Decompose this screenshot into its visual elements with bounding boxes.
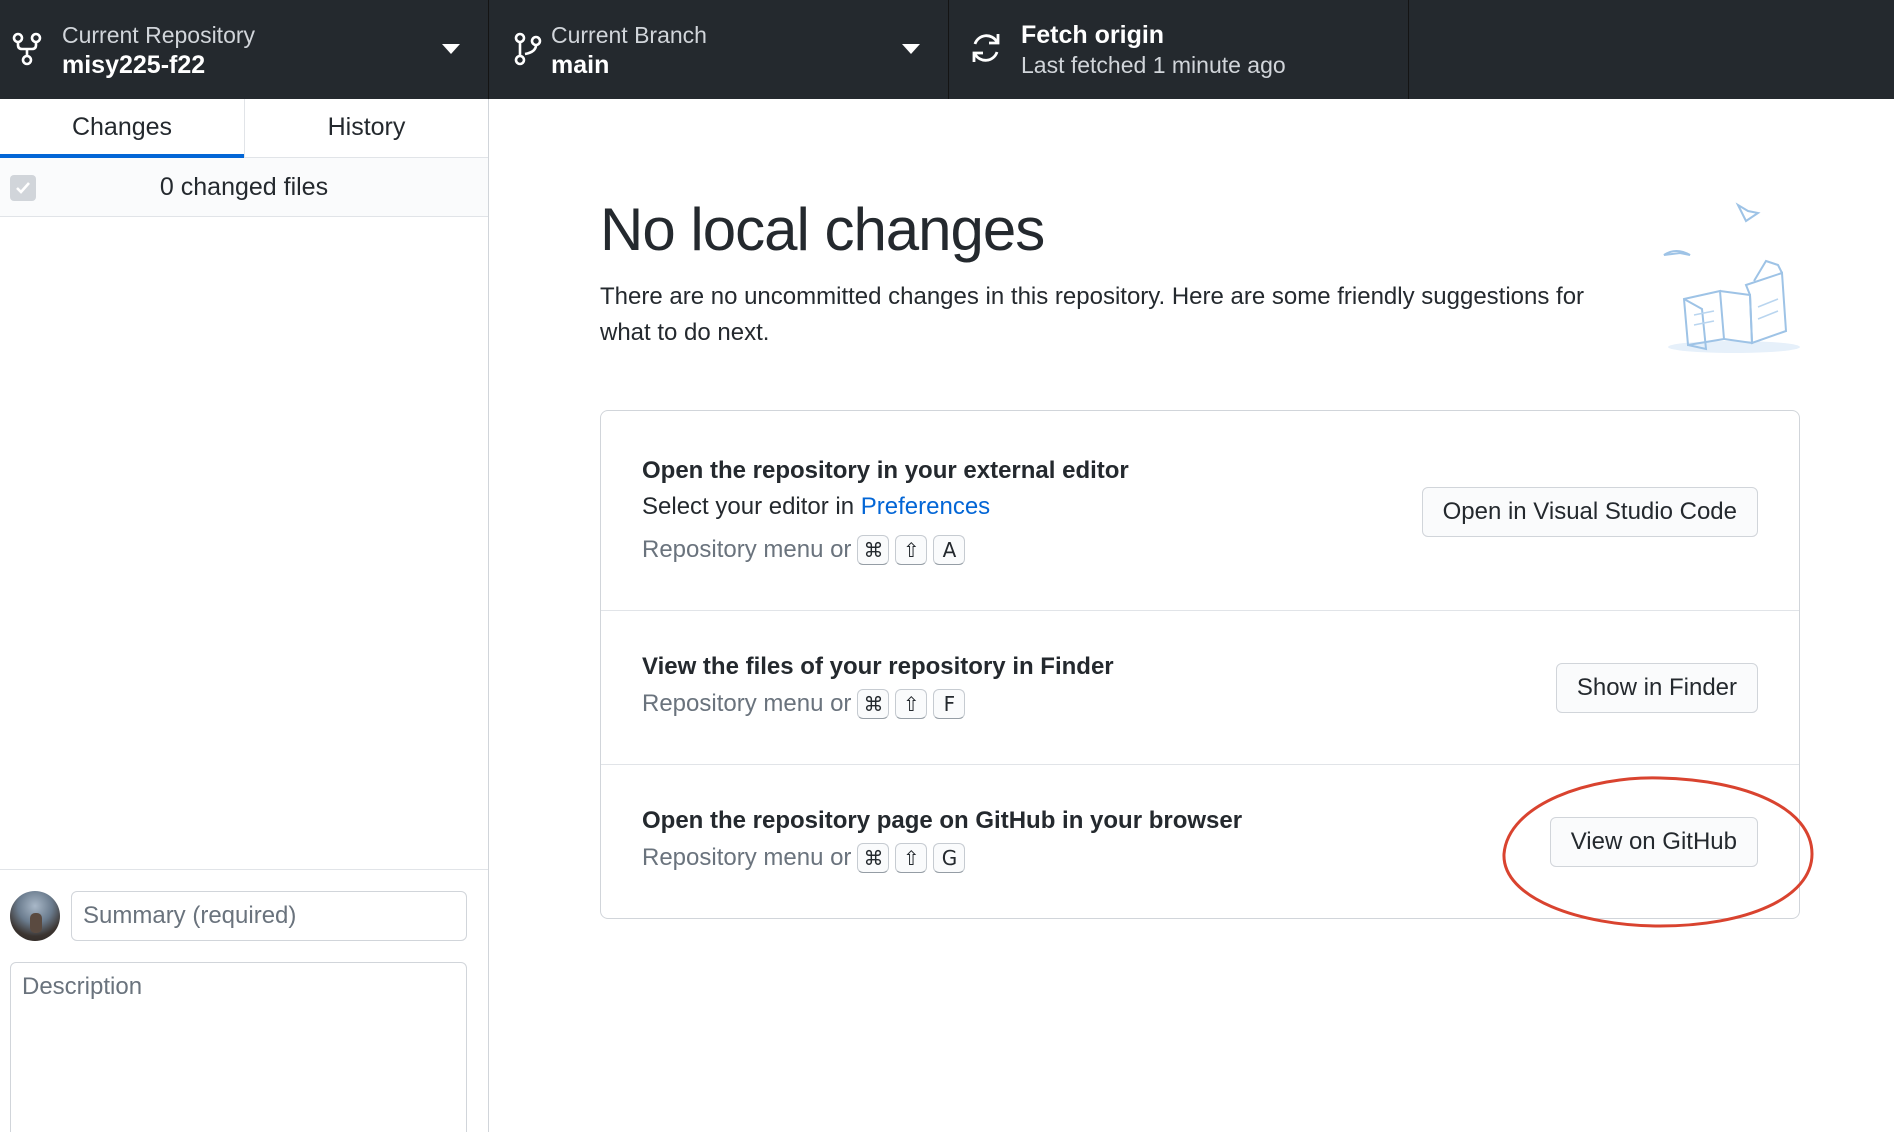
current-branch-label: Current Branch bbox=[551, 22, 707, 48]
command-key: ⌘ bbox=[857, 535, 890, 565]
current-branch-dropdown[interactable]: Current Branch main bbox=[489, 0, 949, 99]
command-key: ⌘ bbox=[857, 843, 890, 873]
fetch-origin-label: Fetch origin bbox=[1021, 21, 1165, 49]
suggestion-shortcut: Repository menu or ⌘ ⇧ F bbox=[642, 689, 966, 719]
current-branch-text: Current Branch main bbox=[551, 20, 707, 80]
changed-files-count: 0 changed files bbox=[159, 173, 329, 201]
current-branch-value: main bbox=[551, 51, 610, 79]
fetch-origin-button[interactable]: Fetch origin Last fetched 1 minute ago bbox=[949, 0, 1409, 99]
tab-history[interactable]: History bbox=[244, 99, 488, 157]
shortcut-hint-text: Repository menu or bbox=[642, 536, 852, 563]
empty-state-illustration-icon bbox=[1663, 202, 1800, 353]
suggestion-title: Open the repository in your external edi… bbox=[642, 457, 1129, 484]
view-on-github-button[interactable]: View on GitHub bbox=[1549, 817, 1758, 867]
letter-key: G bbox=[933, 843, 966, 873]
toolbar: Current Repository misy225-f22 Current B… bbox=[0, 0, 1894, 99]
tab-changes[interactable]: Changes bbox=[0, 99, 244, 158]
commit-form bbox=[0, 869, 488, 1132]
current-repository-value: misy225-f22 bbox=[62, 51, 206, 79]
sidebar-tabs: Changes History bbox=[0, 99, 488, 158]
shift-key: ⇧ bbox=[895, 689, 928, 719]
suggestion-title: View the files of your repository in Fin… bbox=[642, 653, 1114, 680]
shortcut-hint-text: Repository menu or bbox=[642, 844, 852, 871]
avatar bbox=[10, 891, 60, 941]
suggestion-editor-line: Select your editor in Preferences bbox=[642, 493, 990, 521]
open-in-editor-button[interactable]: Open in Visual Studio Code bbox=[1421, 487, 1758, 537]
sidebar: Changes History 0 changed files bbox=[0, 99, 489, 1132]
shift-key: ⇧ bbox=[895, 843, 928, 873]
suggestion-shortcut: Repository menu or ⌘ ⇧ G bbox=[642, 843, 966, 873]
main-content: No local changes There are no uncommitte… bbox=[490, 99, 1894, 1132]
letter-key: F bbox=[933, 689, 966, 719]
suggestion-show-in-finder: View the files of your repository in Fin… bbox=[601, 611, 1799, 765]
command-key: ⌘ bbox=[857, 689, 890, 719]
suggestion-shortcut: Repository menu or ⌘ ⇧ A bbox=[642, 535, 966, 565]
current-repository-text: Current Repository misy225-f22 bbox=[62, 20, 255, 80]
repo-fork-icon bbox=[12, 32, 42, 66]
sync-icon bbox=[972, 34, 1000, 62]
fetch-status: Last fetched 1 minute ago bbox=[1021, 52, 1286, 78]
letter-key: A bbox=[933, 535, 966, 565]
page-subtext: There are no uncommitted changes in this… bbox=[600, 283, 1585, 346]
shift-key: ⇧ bbox=[895, 535, 928, 565]
page-title: No local changes bbox=[600, 196, 1045, 263]
suggestion-external-editor: Open the repository in your external edi… bbox=[601, 411, 1799, 611]
description-input[interactable] bbox=[10, 962, 467, 1132]
shortcut-hint-text: Repository menu or bbox=[642, 690, 852, 717]
caret-down-icon bbox=[902, 44, 920, 54]
caret-down-icon bbox=[442, 44, 460, 54]
show-in-finder-button[interactable]: Show in Finder bbox=[1555, 663, 1758, 713]
suggestions-card: Open the repository in your external edi… bbox=[600, 410, 1800, 919]
fetch-origin-text: Fetch origin Last fetched 1 minute ago bbox=[1021, 20, 1286, 80]
current-repository-dropdown[interactable]: Current Repository misy225-f22 bbox=[0, 0, 489, 99]
suggestion-line-prefix: Select your editor in bbox=[642, 493, 861, 520]
changed-files-header: 0 changed files bbox=[0, 158, 488, 217]
preferences-link[interactable]: Preferences bbox=[861, 493, 990, 520]
suggestion-view-on-github: Open the repository page on GitHub in yo… bbox=[601, 765, 1799, 919]
summary-input[interactable] bbox=[71, 891, 467, 941]
current-repository-label: Current Repository bbox=[62, 22, 256, 48]
suggestion-title: Open the repository page on GitHub in yo… bbox=[642, 807, 1243, 834]
branch-icon bbox=[514, 32, 542, 66]
